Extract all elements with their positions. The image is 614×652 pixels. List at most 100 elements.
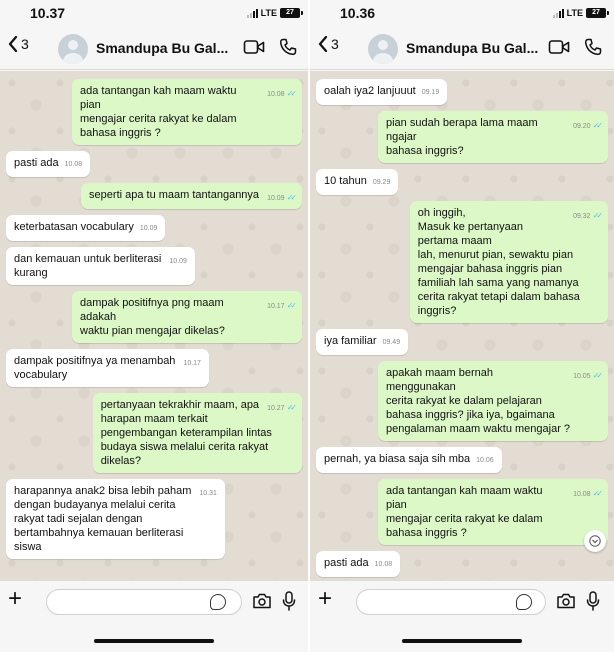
- message-bubble[interactable]: 10.05 ✓✓ apakah maam bernah menggunakan ce…: [378, 361, 608, 441]
- video-call-icon[interactable]: [243, 38, 265, 56]
- message-time: 09.19: [421, 89, 440, 96]
- incoming-message[interactable]: iya familiar 09.49: [316, 329, 608, 355]
- home-indicator[interactable]: [94, 639, 214, 643]
- message-meta: 10.05 ✓✓: [573, 371, 604, 382]
- read-ticks-icon: ✓✓: [592, 371, 604, 380]
- message-bubble[interactable]: 09.20 ✓✓ pian sudah berapa lama maam ngaja…: [378, 111, 608, 163]
- home-area: [310, 622, 614, 652]
- phone-call-icon[interactable]: [584, 38, 602, 56]
- message-text: pasti ada: [14, 157, 59, 169]
- message-bubble[interactable]: pernah, ya biasa saja sih mba 10.06: [316, 447, 502, 473]
- incoming-message[interactable]: 10 tahun 09.29: [316, 169, 608, 195]
- composer-bar: +: [0, 580, 308, 622]
- message-meta: 10.31: [199, 489, 217, 499]
- message-list: oalah iya2 lanjuuut 09.19 09.20 ✓✓ pian suda…: [310, 79, 614, 580]
- sticker-icon[interactable]: [516, 594, 532, 610]
- message-text: oalah iya2 lanjuuut: [324, 85, 416, 97]
- microphone-icon[interactable]: [586, 591, 600, 611]
- camera-icon[interactable]: [556, 593, 576, 609]
- read-ticks-icon: ✓✓: [286, 89, 298, 98]
- incoming-message[interactable]: pasti ada 10.08: [316, 551, 608, 577]
- message-meta: 09.32 ✓✓: [573, 211, 604, 222]
- message-meta: 10.08 ✓✓: [573, 489, 603, 500]
- scroll-down-button[interactable]: [584, 530, 606, 552]
- incoming-message[interactable]: pernah, ya biasa saja sih mba 10.06: [316, 447, 608, 473]
- message-text: ada tantangan kah maam waktu pian mengaj…: [386, 485, 543, 539]
- camera-icon[interactable]: [252, 593, 272, 609]
- message-bubble[interactable]: 10.31 harapannya anak2 bisa lebih paham d…: [6, 479, 225, 559]
- message-bubble[interactable]: iya familiar 09.49: [316, 329, 409, 355]
- back-chevron-icon: [318, 36, 328, 52]
- back-button[interactable]: 3: [8, 36, 29, 52]
- read-ticks-icon: ✓✓: [286, 193, 298, 202]
- outgoing-message[interactable]: 10.17 ✓✓ dampak positifnya png maam adakah…: [6, 291, 302, 343]
- message-text: pertanyaan tekrakhir maam, apa harapan m…: [100, 399, 272, 467]
- avatar-icon[interactable]: [368, 34, 398, 64]
- status-indicators: LTE 27: [246, 8, 303, 18]
- status-time: 10.36: [340, 5, 376, 21]
- incoming-message[interactable]: 10.09 dan kemauan untuk berliterasi kuran…: [6, 247, 302, 285]
- incoming-message[interactable]: 10.17 dampak positifnya ya menambah vocab…: [6, 349, 302, 387]
- outgoing-message[interactable]: 09.32 ✓✓ oh inggih, Masuk ke pertanyaan pe…: [316, 201, 608, 323]
- message-meta: 10.09 ✓✓: [267, 193, 298, 204]
- incoming-message[interactable]: 10.31 harapannya anak2 bisa lebih paham d…: [6, 479, 302, 559]
- chat-title[interactable]: Smandupa Bu Gal...: [406, 40, 538, 56]
- message-bubble[interactable]: 10.09 dan kemauan untuk berliterasi kuran…: [6, 247, 195, 285]
- message-text: seperti apa tu maam tantangannya: [89, 189, 260, 201]
- video-call-icon[interactable]: [548, 38, 570, 56]
- message-time: 10.08: [573, 491, 591, 498]
- outgoing-message[interactable]: 10.08 ✓✓ ada tantangan kah maam waktu pian…: [316, 479, 608, 545]
- message-text: dampak positifnya ya menambah vocabulary: [14, 355, 176, 381]
- outgoing-message[interactable]: 10.09 ✓✓ seperti apa tu maam tantangannya: [6, 183, 302, 209]
- status-bar: 10.37 LTE 27: [0, 0, 308, 28]
- message-text: ada tantangan kah maam waktu pian mengaj…: [80, 85, 237, 139]
- message-bubble[interactable]: 10.09 ✓✓ seperti apa tu maam tantangannya: [81, 183, 302, 209]
- signal-icon: [246, 8, 258, 18]
- message-text: keterbatasan vocabulary: [14, 221, 134, 233]
- message-bubble[interactable]: 10.08 ✓✓ ada tantangan kah maam waktu pian…: [72, 79, 302, 145]
- read-ticks-icon: ✓✓: [286, 301, 298, 310]
- outgoing-message[interactable]: 10.08 ✓✓ ada tantangan kah maam waktu pian…: [6, 79, 302, 145]
- message-meta: 10.09: [169, 257, 187, 267]
- message-bubble[interactable]: 10.08 ✓✓ ada tantangan kah maam waktu pian…: [378, 479, 608, 545]
- status-bar: 10.36 LTE 27: [310, 0, 614, 28]
- message-time: 10.09: [139, 225, 158, 232]
- battery-level: 27: [592, 9, 600, 16]
- outgoing-message[interactable]: 10.05 ✓✓ apakah maam bernah menggunakan ce…: [316, 361, 608, 441]
- message-bubble[interactable]: 10.27 ✓✓ pertanyaan tekrakhir maam, apa ha…: [92, 393, 302, 473]
- chat-title[interactable]: Smandupa Bu Gal...: [96, 40, 228, 56]
- chat-area[interactable]: oalah iya2 lanjuuut 09.19 09.20 ✓✓ pian suda…: [310, 71, 614, 580]
- home-indicator[interactable]: [402, 639, 522, 643]
- message-bubble[interactable]: keterbatasan vocabulary 10.09: [6, 215, 166, 241]
- message-bubble[interactable]: 09.32 ✓✓ oh inggih, Masuk ke pertanyaan pe…: [409, 201, 608, 323]
- read-ticks-icon: ✓✓: [592, 211, 604, 220]
- back-button[interactable]: 3: [318, 36, 339, 52]
- message-bubble[interactable]: pasti ada 10.08: [316, 551, 401, 577]
- incoming-message[interactable]: oalah iya2 lanjuuut 09.19: [316, 79, 608, 105]
- microphone-icon[interactable]: [282, 591, 296, 611]
- message-bubble[interactable]: 10.17 ✓✓ dampak positifnya png maam adakah…: [72, 291, 302, 343]
- plus-icon[interactable]: +: [318, 587, 332, 611]
- message-time: 09.20: [573, 123, 591, 130]
- message-text: 10 tahun: [324, 175, 367, 187]
- message-meta: 10.08 ✓✓: [267, 89, 298, 100]
- message-time: 10.17: [267, 303, 285, 310]
- message-bubble[interactable]: oalah iya2 lanjuuut 09.19: [316, 79, 448, 105]
- chat-area[interactable]: 10.08 ✓✓ ada tantangan kah maam waktu pian…: [0, 71, 308, 580]
- sticker-icon[interactable]: [210, 594, 226, 610]
- message-bubble[interactable]: pasti ada 10.08: [6, 151, 91, 177]
- outgoing-message[interactable]: 09.20 ✓✓ pian sudah berapa lama maam ngaja…: [316, 111, 608, 163]
- message-text: pian sudah berapa lama maam ngajar bahas…: [386, 117, 538, 157]
- message-time: 10.17: [183, 360, 201, 367]
- status-time: 10.37: [30, 5, 66, 21]
- incoming-message[interactable]: keterbatasan vocabulary 10.09: [6, 215, 302, 241]
- unread-count: 3: [331, 36, 339, 52]
- message-bubble[interactable]: 10 tahun 09.29: [316, 169, 399, 195]
- message-bubble[interactable]: 10.17 dampak positifnya ya menambah vocab…: [6, 349, 209, 387]
- incoming-message[interactable]: pasti ada 10.08: [6, 151, 302, 177]
- battery-icon: 27: [586, 8, 609, 18]
- phone-call-icon[interactable]: [279, 38, 297, 56]
- outgoing-message[interactable]: 10.27 ✓✓ pertanyaan tekrakhir maam, apa ha…: [6, 393, 302, 473]
- avatar-icon[interactable]: [58, 34, 88, 64]
- plus-icon[interactable]: +: [8, 587, 22, 611]
